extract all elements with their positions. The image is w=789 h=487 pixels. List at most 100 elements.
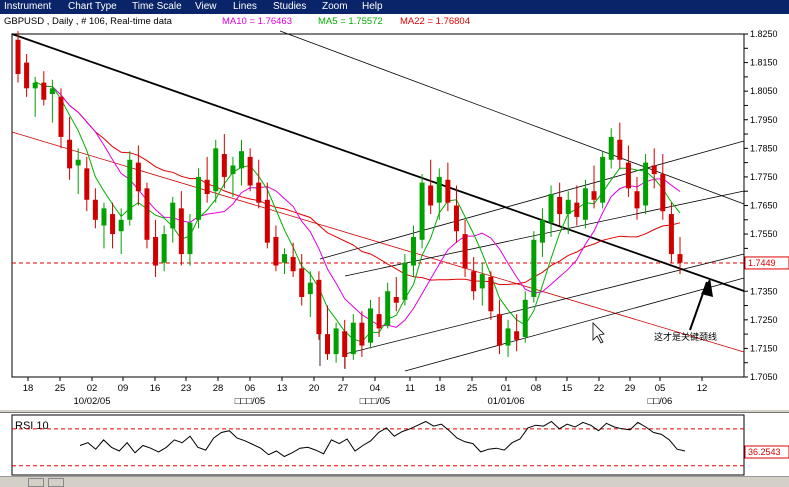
- price-label: 1.7050: [750, 372, 778, 382]
- rsi-chart[interactable]: RSI 10 36.2543: [0, 413, 789, 477]
- candle-body: [290, 256, 296, 272]
- price-chart-panel[interactable]: GBPUSD , Daily , # 106, Real-time data MA…: [0, 14, 789, 410]
- date-label: 16: [150, 383, 161, 394]
- candle-body: [24, 62, 30, 89]
- menu-item-view[interactable]: View: [195, 1, 217, 13]
- candle-body: [264, 199, 270, 243]
- date-label: 06: [245, 383, 256, 394]
- candle-body: [574, 202, 580, 217]
- candle-body: [514, 331, 520, 340]
- candle-body: [582, 188, 588, 220]
- candle-body: [410, 236, 416, 266]
- menu-item-lines[interactable]: Lines: [233, 1, 257, 13]
- date-label: 05: [655, 383, 666, 394]
- candle-body: [548, 194, 554, 223]
- menu-bar: Instrument Chart Type Time Scale View Lines S…: [0, 0, 789, 14]
- candle-body: [213, 148, 219, 192]
- candle-body: [239, 151, 245, 169]
- candle-body: [282, 254, 288, 263]
- date-label: 01: [501, 383, 512, 394]
- candle-body: [608, 136, 614, 160]
- candle-body: [135, 162, 141, 192]
- price-label: 1.8250: [750, 29, 778, 39]
- candle-body: [75, 159, 81, 166]
- candle-body: [385, 291, 391, 326]
- price-label: 1.7550: [750, 229, 778, 239]
- candle-body: [393, 296, 399, 303]
- date-label: 15: [562, 383, 573, 394]
- date-label: 22: [594, 383, 605, 394]
- menu-item-help[interactable]: Help: [362, 1, 383, 13]
- period-label: □□/06: [648, 396, 673, 407]
- menu-item-time-scale[interactable]: Time Scale: [132, 1, 182, 13]
- price-chart[interactable]: GBPUSD , Daily , # 106, Real-time data MA…: [0, 14, 789, 410]
- neckline-annotation: 这才是关键颈线: [654, 331, 717, 342]
- candle-body: [600, 156, 606, 203]
- candle-body: [505, 328, 511, 346]
- candle-body: [256, 182, 262, 203]
- price-label: 1.7150: [750, 343, 778, 353]
- menu-item-studies[interactable]: Studies: [273, 1, 306, 13]
- candle-body: [419, 182, 425, 240]
- price-label: 1.8150: [750, 58, 778, 68]
- candle-body: [428, 185, 434, 206]
- candle-body: [496, 314, 502, 346]
- candle-body: [350, 322, 356, 355]
- date-label: 12: [697, 383, 708, 394]
- candle-body: [118, 219, 124, 232]
- price-label: 1.7950: [750, 115, 778, 125]
- ma5-legend: MA5 = 1.75572: [318, 16, 383, 27]
- candle-body: [436, 176, 442, 203]
- candle-body: [651, 165, 657, 175]
- price-label: 1.7250: [750, 315, 778, 325]
- menu-item-zoom[interactable]: Zoom: [322, 1, 348, 13]
- date-label: 28: [213, 383, 224, 394]
- date-label: 09: [118, 383, 129, 394]
- rsi-panel[interactable]: RSI 10 36.2543: [0, 412, 789, 477]
- candle-body: [660, 174, 666, 212]
- candle-body: [471, 271, 477, 292]
- date-label: 04: [370, 383, 381, 394]
- rsi-value: 36.2543: [748, 447, 781, 457]
- date-label: 20: [309, 383, 320, 394]
- candle-body: [58, 96, 64, 137]
- date-label: 29: [625, 383, 636, 394]
- date-label: 18: [435, 383, 446, 394]
- candle-body: [522, 299, 528, 337]
- candle-body: [453, 205, 459, 232]
- candle-body: [153, 236, 159, 266]
- candle-body: [204, 179, 210, 195]
- candle-body: [359, 322, 365, 346]
- candle-body: [101, 208, 107, 226]
- candle-body: [299, 268, 305, 297]
- candle-body: [247, 156, 253, 186]
- candle-body: [479, 274, 485, 289]
- period-label: □□□/05: [235, 396, 265, 407]
- candle-body: [67, 139, 73, 169]
- candle-body: [15, 39, 21, 75]
- chart-title: GBPUSD , Daily , # 106, Real-time data: [4, 16, 173, 27]
- menu-item-instrument[interactable]: Instrument: [4, 1, 51, 13]
- rsi-label: RSI 10: [15, 420, 49, 432]
- candle-body: [557, 196, 563, 215]
- candle-body: [634, 191, 640, 209]
- date-label: 27: [338, 383, 349, 394]
- candle-body: [196, 176, 202, 220]
- candle-body: [170, 202, 176, 229]
- ma10-legend: MA10 = 1.76463: [222, 16, 292, 27]
- menu-item-chart-type[interactable]: Chart Type: [68, 1, 117, 13]
- current-price-label: 1.7449: [748, 258, 776, 268]
- candle-body: [221, 154, 227, 177]
- date-label: 23: [181, 383, 192, 394]
- candle-body: [488, 276, 494, 312]
- candle-body: [84, 168, 90, 200]
- candle-body: [625, 162, 631, 189]
- period-label: 10/02/05: [74, 396, 111, 407]
- price-label: 1.7650: [750, 201, 778, 211]
- price-label: 1.7350: [750, 286, 778, 296]
- candle-body: [367, 308, 373, 343]
- candle-body: [316, 279, 322, 335]
- candle-body: [230, 165, 236, 175]
- candle-body: [110, 214, 116, 235]
- date-label: 13: [277, 383, 288, 394]
